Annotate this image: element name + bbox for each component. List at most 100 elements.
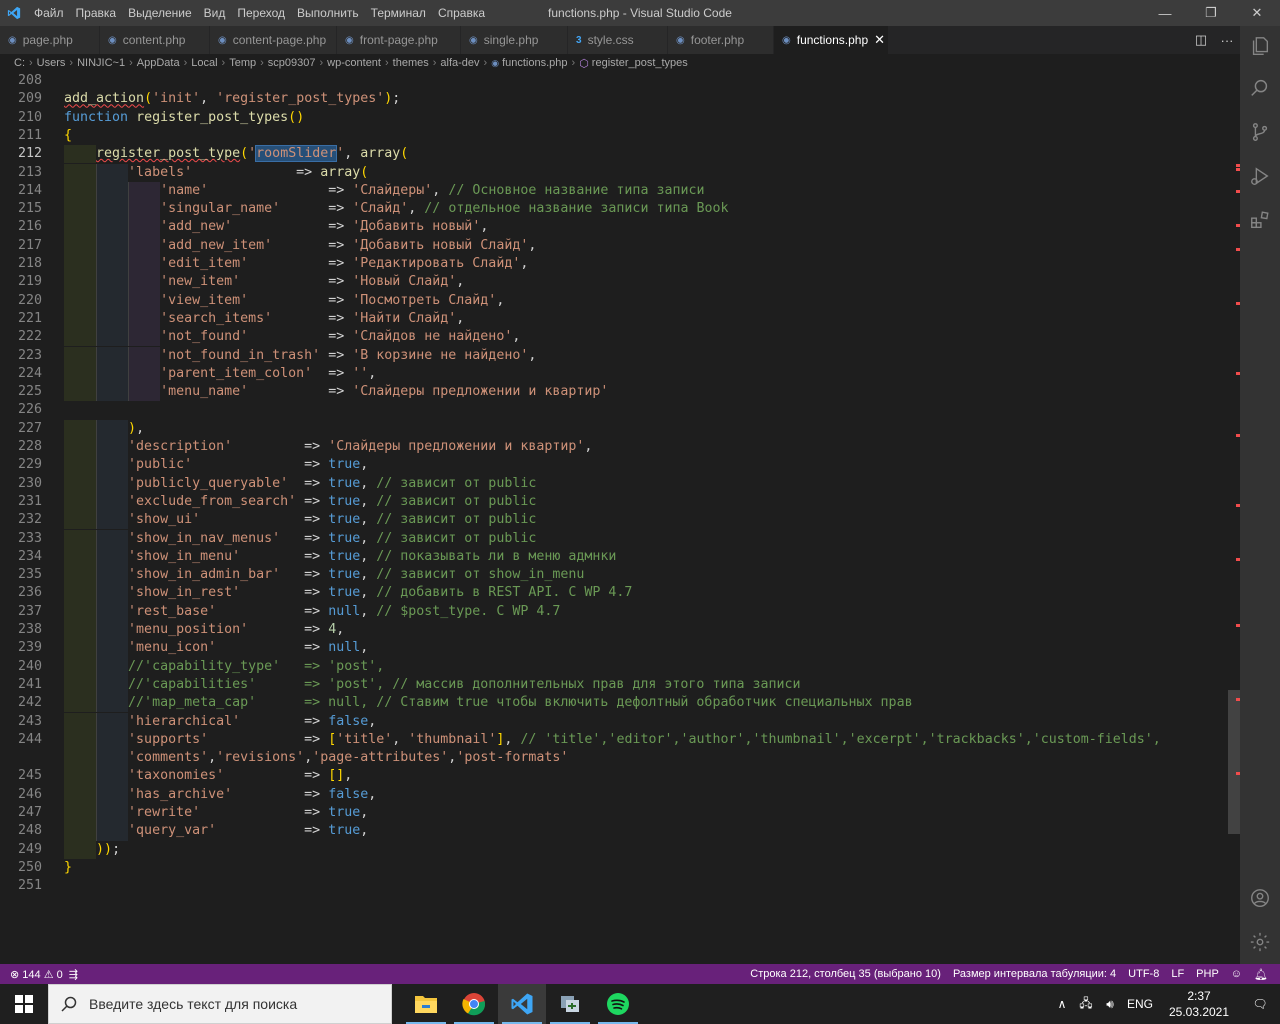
code-line[interactable]: 245 'taxonomies' => [], [0, 767, 1240, 786]
feedback-icon[interactable]: ☺ [1225, 968, 1248, 980]
taskbar-search[interactable]: Введите здесь текст для поиска [48, 984, 392, 1024]
menu-selection[interactable]: Выделение [122, 0, 198, 26]
input-language[interactable]: ENG [1122, 997, 1158, 1011]
code-line[interactable]: 225 'menu_name' => 'Слайдеры предложении… [0, 383, 1240, 402]
indentation[interactable]: Размер интервала табуляции: 4 [947, 968, 1122, 980]
code-line[interactable]: 250} [0, 859, 1240, 877]
action-center-icon[interactable]: 🗨︎ [1240, 997, 1280, 1011]
code-line[interactable]: 251 [0, 877, 1240, 895]
explorer-icon[interactable] [1240, 26, 1280, 66]
code-line[interactable]: 246 'has_archive' => false, [0, 785, 1240, 804]
code-line[interactable]: 224 'parent_item_colon' => '', [0, 364, 1240, 384]
problems-indicator[interactable]: ⊗ 144 ⚠ 0 [10, 968, 63, 981]
code-line[interactable]: 241 //'capabilities' => 'post', // масси… [0, 675, 1240, 695]
code-line[interactable]: 210 function register_post_types() [0, 109, 1240, 127]
breadcrumb-item[interactable]: Users [37, 57, 66, 69]
breadcrumb-item[interactable]: Local [191, 57, 217, 69]
menu-terminal[interactable]: Терминал [365, 0, 432, 26]
code-line[interactable]: 222 'not_found' => 'Слайдов не найдено', [0, 328, 1240, 347]
chrome-app[interactable] [450, 984, 498, 1024]
code-line[interactable]: 221 'search_items' => 'Найти Слайд', [0, 309, 1240, 329]
code-line[interactable]: 231 'exclude_from_search' => true, // за… [0, 492, 1240, 512]
code-line[interactable]: 215 'singular_name' => 'Слайд', // отдел… [0, 200, 1240, 219]
breadcrumb-item[interactable]: C: [14, 57, 25, 69]
code-line[interactable]: 226 [0, 401, 1240, 419]
code-line[interactable]: 'comments','revisions','page-attributes'… [0, 749, 1240, 768]
code-line[interactable]: 218 'edit_item' => 'Редактировать Слайд'… [0, 255, 1240, 274]
code-line[interactable]: 227 ), [0, 419, 1240, 438]
close-window-button[interactable]: ✕ [1234, 0, 1280, 26]
tab-front-page-php[interactable]: ◉ front-page.php [337, 26, 461, 54]
cursor-position[interactable]: Строка 212, столбец 35 (выбрано 10) [744, 968, 947, 980]
code-line[interactable]: 239 'menu_icon' => null, [0, 639, 1240, 658]
tab-footer-php[interactable]: ◉ footer.php [668, 26, 774, 54]
encoding[interactable]: UTF-8 [1122, 968, 1165, 980]
code-line[interactable]: 209 add_action('init', 'register_post_typ… [0, 90, 1240, 108]
tab-functions-php[interactable]: ◉ functions.php ✕ [774, 26, 889, 54]
code-line[interactable]: 244 'supports' => ['title', 'thumbnail']… [0, 730, 1240, 750]
minimize-button[interactable]: — [1142, 0, 1188, 26]
tab-style-css[interactable]: 3 style.css [568, 26, 668, 54]
code-line[interactable]: 248 'query_var' => true, [0, 822, 1240, 841]
breadcrumb-item[interactable]: wp-content [327, 57, 381, 69]
menu-file[interactable]: Файл [28, 0, 70, 26]
menu-help[interactable]: Справка [432, 0, 491, 26]
code-line[interactable]: 249 )); [0, 840, 1240, 859]
tab-content-page-php[interactable]: ◉ content-page.php [210, 26, 337, 54]
close-tab-icon[interactable]: ✕ [874, 32, 885, 48]
code-line[interactable]: 217 'add_new_item' => 'Добавить новый Сл… [0, 236, 1240, 255]
breadcrumb-item[interactable]: AppData [137, 57, 180, 69]
start-button[interactable] [0, 984, 48, 1024]
code-line[interactable]: 247 'rewrite' => true, [0, 804, 1240, 823]
more-actions-icon[interactable]: ··· [1214, 33, 1240, 48]
run-debug-icon[interactable] [1240, 156, 1280, 196]
code-line[interactable]: 212 register_post_type('roomSlider', arr… [0, 145, 1240, 164]
code-line[interactable]: 232 'show_ui' => true, // зависит от pub… [0, 511, 1240, 530]
language-mode[interactable]: PHP [1190, 968, 1225, 980]
menu-view[interactable]: Вид [198, 0, 232, 26]
code-line[interactable]: 234 'show_in_menu' => true, // показыват… [0, 547, 1240, 567]
vscode-app[interactable] [498, 984, 546, 1024]
code-line[interactable]: 213 'labels' => array( [0, 163, 1240, 182]
editor-scrollbar[interactable] [1228, 72, 1240, 964]
code-line[interactable]: 219 'new_item' => 'Новый Слайд', [0, 273, 1240, 292]
breadcrumb-item[interactable]: Temp [229, 57, 256, 69]
breadcrumb-file[interactable]: functions.php [502, 57, 567, 69]
clock[interactable]: 2:37 25.03.2021 [1162, 988, 1236, 1020]
code-line[interactable]: 233 'show_in_nav_menus' => true, // зави… [0, 529, 1240, 548]
account-icon[interactable] [1240, 878, 1280, 918]
network-icon[interactable]: 🖧︎ [1074, 994, 1098, 1015]
code-line[interactable]: 238 'menu_position' => 4, [0, 621, 1240, 640]
tab-content-php[interactable]: ◉ content.php [100, 26, 210, 54]
source-control-icon[interactable] [1240, 112, 1280, 152]
code-line[interactable]: 214 'name' => 'Слайдеры', // Основное на… [0, 181, 1240, 201]
code-line[interactable]: 229 'public' => true, [0, 456, 1240, 475]
breadcrumb-item[interactable]: NINJIC~1 [77, 57, 125, 69]
spotify-app[interactable] [594, 984, 642, 1024]
menu-edit[interactable]: Правка [70, 0, 123, 26]
breadcrumb-item[interactable]: themes [393, 57, 429, 69]
menu-run[interactable]: Выполнить [291, 0, 365, 26]
code-line[interactable]: 228 'description' => 'Слайдеры предложен… [0, 438, 1240, 457]
search-icon[interactable] [1240, 68, 1280, 108]
split-editor-icon[interactable]: ◫ [1188, 32, 1214, 48]
show-hidden-icons-chevron-icon[interactable]: ∧ [1050, 997, 1074, 1011]
volume-icon[interactable]: 🔊︎ [1098, 997, 1122, 1012]
notifications-bell-icon[interactable]: 🔔︎ [1248, 968, 1274, 981]
code-line[interactable]: 208 [0, 72, 1240, 90]
breadcrumb-item[interactable]: alfa-dev [440, 57, 479, 69]
code-line[interactable]: 236 'show_in_rest' => true, // добавить … [0, 584, 1240, 603]
code-line[interactable]: 235 'show_in_admin_bar' => true, // зави… [0, 566, 1240, 585]
code-line[interactable]: 240 //'capability_type' => 'post', [0, 657, 1240, 676]
menu-go[interactable]: Переход [231, 0, 291, 26]
code-line[interactable]: 223 'not_found_in_trash' => 'В корзине н… [0, 346, 1240, 365]
end-of-line[interactable]: LF [1165, 968, 1190, 980]
file-explorer-app[interactable] [402, 984, 450, 1024]
code-line[interactable]: 237 'rest_base' => null, // $post_type. … [0, 602, 1240, 621]
tab-single-php[interactable]: ◉ single.php [461, 26, 568, 54]
tab-page-php[interactable]: ◉ page.php [0, 26, 100, 54]
code-editor[interactable]: 208 209 add_action('init', 'register_post_… [0, 72, 1240, 964]
code-line[interactable]: 211 { [0, 127, 1240, 145]
settings-gear-icon[interactable] [1240, 922, 1280, 962]
code-line[interactable]: 220 'view_item' => 'Посмотреть Слайд', [0, 291, 1240, 310]
